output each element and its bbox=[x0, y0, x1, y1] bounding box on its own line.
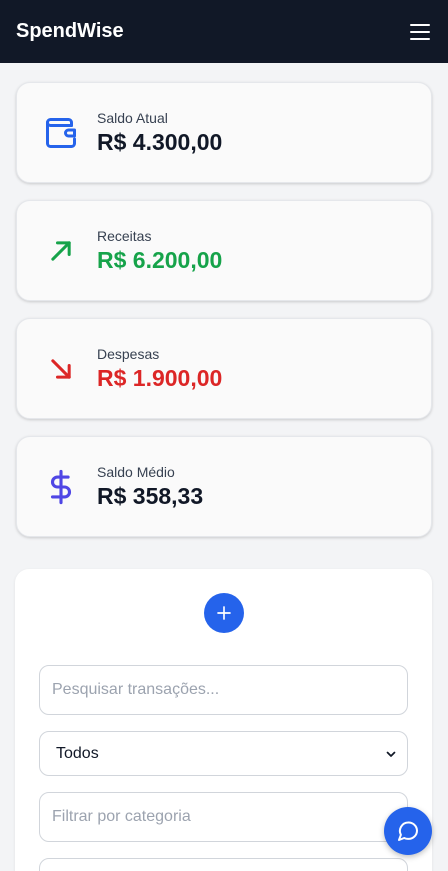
card-despesas: Despesas R$ 1.900,00 bbox=[16, 318, 432, 419]
card-label: Saldo Médio bbox=[97, 463, 175, 480]
card-saldo-medio: Saldo Médio R$ 358,33 bbox=[16, 436, 432, 537]
arrow-down-right-icon bbox=[41, 349, 81, 389]
wallet-icon bbox=[41, 113, 81, 153]
date-filter-field[interactable] bbox=[39, 858, 408, 871]
top-navbar: SpendWise bbox=[0, 0, 448, 63]
chat-bubble-icon bbox=[398, 821, 419, 841]
chevron-down-icon bbox=[386, 751, 396, 757]
summary-cards: Saldo Atual R$ 4.300,00 Receitas R$ 6.20… bbox=[0, 63, 448, 537]
plus-icon bbox=[217, 606, 231, 620]
app-brand[interactable]: SpendWise bbox=[16, 20, 124, 43]
hamburger-menu-icon[interactable] bbox=[410, 23, 430, 40]
card-label: Receitas bbox=[97, 227, 152, 244]
card-value: R$ 4.300,00 bbox=[97, 128, 223, 155]
type-filter-select[interactable]: Todos bbox=[39, 731, 408, 776]
add-transaction-button[interactable] bbox=[204, 593, 244, 633]
dollar-sign-icon bbox=[41, 467, 81, 507]
card-saldo-atual: Saldo Atual R$ 4.300,00 bbox=[16, 82, 432, 183]
card-receitas: Receitas R$ 6.200,00 bbox=[16, 200, 432, 301]
search-input[interactable] bbox=[39, 665, 408, 715]
card-value: R$ 358,33 bbox=[97, 482, 204, 509]
card-value: R$ 1.900,00 bbox=[97, 364, 223, 391]
card-value: R$ 6.200,00 bbox=[97, 246, 223, 273]
card-label: Despesas bbox=[97, 345, 160, 362]
category-filter-input[interactable] bbox=[39, 792, 408, 842]
type-filter-value: Todos bbox=[56, 744, 99, 762]
card-label: Saldo Atual bbox=[97, 109, 168, 126]
transactions-panel: Todos bbox=[15, 569, 432, 871]
arrow-up-right-icon bbox=[41, 231, 81, 271]
chat-button[interactable] bbox=[384, 807, 432, 855]
